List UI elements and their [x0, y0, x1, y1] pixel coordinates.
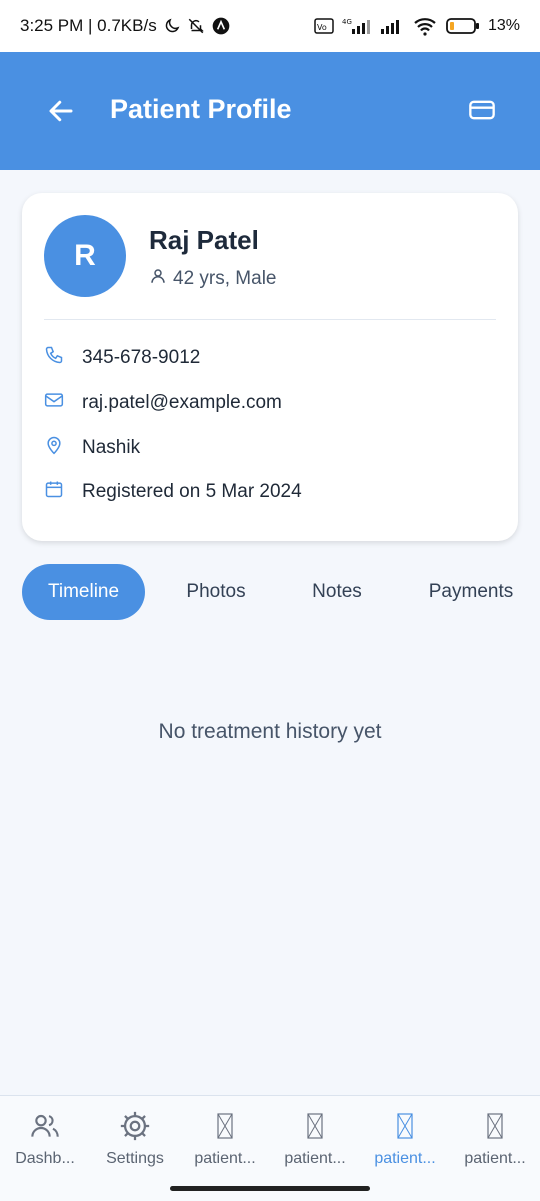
gear-icon [90, 1108, 180, 1144]
tab-photos[interactable]: Photos [168, 564, 264, 620]
nav-label-patient-1: patient... [194, 1150, 256, 1167]
phone-row[interactable]: 345-678-9012 [44, 345, 200, 371]
broken-image-icon [360, 1108, 450, 1144]
app-notification-icon [211, 16, 231, 36]
moon-icon [163, 17, 181, 35]
back-arrow-icon[interactable] [46, 96, 76, 126]
signal-4g-icon: 4G [342, 17, 372, 35]
wifi-icon [412, 16, 438, 36]
phone-number: 345-678-9012 [82, 347, 201, 368]
status-bar: 3:25 PM | 0.7KB/s Vo 4G 13% [0, 0, 540, 52]
signal-icon [380, 17, 404, 35]
email-address: raj.patel@example.com [82, 392, 282, 413]
nav-label-patient-2: patient... [284, 1150, 346, 1167]
battery-icon [446, 17, 480, 35]
home-indicator[interactable] [170, 1186, 370, 1191]
patient-meta-text: 42 yrs, Male [173, 268, 277, 289]
network-label: 4G [342, 18, 352, 26]
tab-notes[interactable]: Notes [290, 564, 384, 620]
patient-name: Raj Patel [149, 225, 259, 255]
nav-label-patient-4: patient... [464, 1150, 526, 1167]
volte-icon: Vo [314, 18, 334, 34]
profile-tabs: Timeline Photos Notes Payments [0, 564, 540, 620]
svg-text:Vo: Vo [317, 23, 327, 32]
users-icon [0, 1108, 90, 1144]
muted-bell-icon [187, 17, 205, 35]
nav-label-patient-3: patient... [374, 1150, 436, 1167]
app-bar: Patient Profile [0, 52, 540, 170]
nav-item-patient-1[interactable]: patient... [180, 1108, 270, 1168]
patient-profile-card: R Raj Patel 42 yrs, Male 345-678-9012 ra… [22, 193, 518, 541]
broken-image-icon [450, 1108, 540, 1144]
tab-payments[interactable]: Payments [412, 564, 530, 620]
phone-icon [44, 345, 64, 371]
location-pin-icon [44, 435, 64, 461]
nav-item-patient-4[interactable]: patient... [450, 1108, 540, 1168]
patient-age-gender: 42 yrs, Male [149, 267, 276, 291]
payment-card-icon[interactable] [468, 96, 496, 124]
nav-item-dashboard[interactable]: Dashb... [0, 1108, 90, 1168]
email-row[interactable]: raj.patel@example.com [44, 390, 282, 416]
battery-level: 13% [487, 17, 520, 34]
nav-label-settings: Settings [106, 1150, 164, 1167]
avatar: R [44, 215, 126, 297]
broken-image-icon [180, 1108, 270, 1144]
registered-date: Registered on 5 Mar 2024 [82, 481, 302, 502]
mail-icon [44, 390, 64, 416]
calendar-icon [44, 479, 64, 505]
page-title: Patient Profile [110, 94, 292, 124]
broken-image-icon [270, 1108, 360, 1144]
registered-row: Registered on 5 Mar 2024 [44, 479, 302, 505]
nav-item-patient-2[interactable]: patient... [270, 1108, 360, 1168]
nav-label-dashboard: Dashb... [15, 1150, 75, 1167]
location-row: Nashik [44, 435, 140, 461]
tab-timeline[interactable]: Timeline [22, 564, 145, 620]
location-text: Nashik [82, 437, 141, 458]
nav-item-patient-3[interactable]: patient... [360, 1108, 450, 1168]
status-time: 3:25 PM | 0.7KB/s [20, 16, 157, 35]
empty-state-message: No treatment history yet [158, 720, 382, 743]
card-divider [44, 319, 496, 320]
person-icon [149, 267, 167, 291]
nav-item-settings[interactable]: Settings [90, 1108, 180, 1168]
